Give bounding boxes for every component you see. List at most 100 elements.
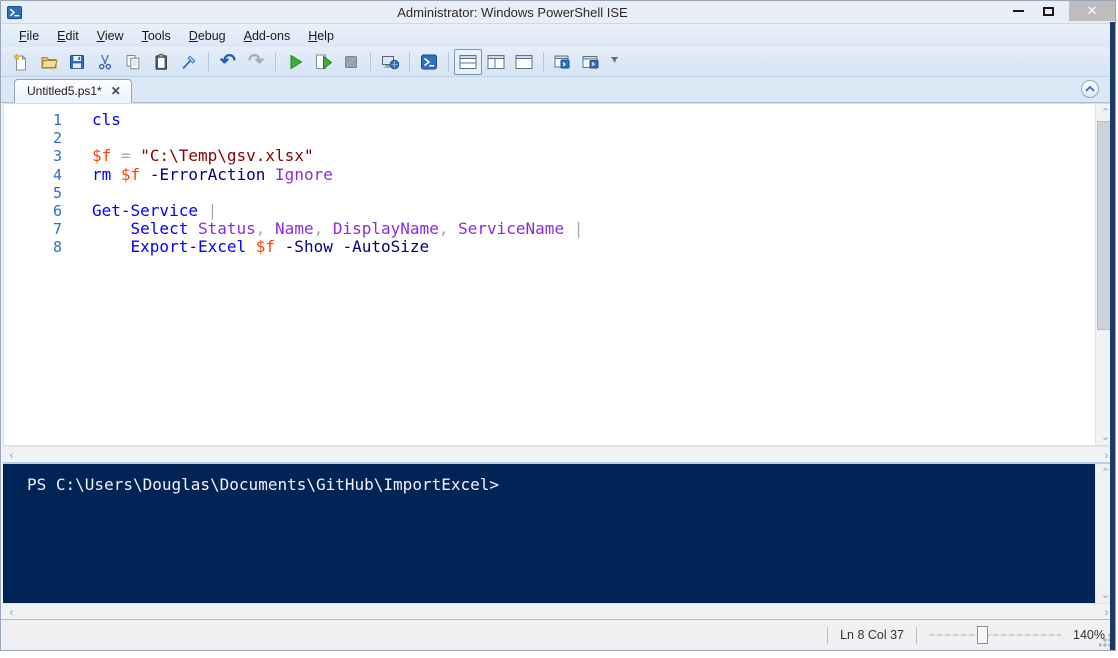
show-command-window-button[interactable]: [549, 49, 577, 75]
run-play-icon: [286, 53, 304, 71]
line-number: 4: [4, 166, 62, 184]
copy-button[interactable]: [119, 49, 147, 75]
statusbar-separator: [916, 627, 917, 644]
console-pane: PS C:\Users\Douglas\Documents\GitHub\Imp…: [3, 462, 1115, 603]
undo-button[interactable]: ↶: [214, 49, 242, 75]
run-selection-icon: [314, 53, 332, 71]
toolbar-overflow-button[interactable]: ▾: [611, 57, 618, 67]
run-script-button[interactable]: [281, 49, 309, 75]
run-selection-button[interactable]: [309, 49, 337, 75]
new-file-icon: [12, 53, 30, 71]
layout-maximized-icon: [514, 53, 534, 71]
menu-view[interactable]: View: [89, 26, 132, 46]
minimize-button[interactable]: [1003, 1, 1033, 21]
code-line[interactable]: 6Get-Service |: [4, 202, 1095, 220]
toolbar: ↶ ↷: [1, 47, 1115, 77]
editor-hscroll-track[interactable]: [20, 447, 1098, 462]
titlebar: Administrator: Windows PowerShell ISE ✕: [1, 1, 1115, 23]
menu-tools[interactable]: Tools: [134, 26, 179, 46]
layout-split-vertical-icon: [486, 53, 506, 71]
new-script-button[interactable]: [7, 49, 35, 75]
code-line[interactable]: 7 Select Status, Name, DisplayName, Serv…: [4, 220, 1095, 238]
undo-icon: ↶: [220, 54, 236, 70]
code-area[interactable]: 1cls23$f = "C:\Temp\gsv.xlsx"4rm $f -Err…: [4, 104, 1095, 445]
menu-addons[interactable]: Add-ons: [236, 26, 299, 46]
tab-untitled5[interactable]: Untitled5.ps1* ✕: [14, 79, 132, 103]
powershell-ise-window: Administrator: Windows PowerShell ISE ✕ …: [0, 0, 1116, 651]
save-floppy-icon: [68, 53, 86, 71]
clear-console-button[interactable]: [175, 49, 203, 75]
zoom-slider-track[interactable]: [929, 634, 1061, 636]
toolbar-separator: [275, 52, 276, 72]
menu-debug[interactable]: Debug: [181, 26, 234, 46]
chevron-up-icon: [1085, 85, 1095, 93]
collapse-script-pane-button[interactable]: [1081, 80, 1099, 98]
new-remote-powershell-tab-button[interactable]: [376, 49, 404, 75]
line-number: 6: [4, 202, 62, 220]
zoom-slider-handle[interactable]: [977, 626, 988, 644]
console-horizontal-scrollbar[interactable]: ‹ ›: [3, 603, 1115, 619]
zoom-slider[interactable]: [929, 626, 1061, 644]
toolbar-separator: [543, 52, 544, 72]
redo-icon: ↷: [248, 54, 264, 70]
scroll-left-icon[interactable]: ‹: [3, 605, 20, 619]
tab-label: Untitled5.ps1*: [27, 84, 102, 98]
toolbar-separator: [409, 52, 410, 72]
paste-clipboard-icon: [152, 53, 170, 71]
toolbar-separator: [448, 52, 449, 72]
window-powershell-icon: [553, 53, 573, 71]
menu-help[interactable]: Help: [300, 26, 342, 46]
console-prompt: PS C:\Users\Douglas\Documents\GitHub\Imp…: [27, 475, 499, 494]
window-title: Administrator: Windows PowerShell ISE: [22, 5, 1003, 20]
copy-icon: [124, 53, 142, 71]
script-editor-pane: 1cls23$f = "C:\Temp\gsv.xlsx"4rm $f -Err…: [3, 103, 1115, 446]
menu-edit[interactable]: Edit: [49, 26, 87, 46]
show-script-pane-right-button[interactable]: [482, 49, 510, 75]
close-button[interactable]: ✕: [1069, 1, 1115, 21]
window-bottom-border: [1, 648, 1115, 650]
editor-horizontal-scrollbar[interactable]: ‹ ›: [3, 446, 1115, 462]
code-line[interactable]: 4rm $f -ErrorAction Ignore: [4, 166, 1095, 184]
console-hscroll-track[interactable]: [20, 604, 1098, 619]
code-line[interactable]: 2: [4, 129, 1095, 147]
line-number: 5: [4, 184, 62, 202]
code-line[interactable]: 5: [4, 184, 1095, 202]
redo-button[interactable]: ↷: [242, 49, 270, 75]
window-console-icon: [581, 53, 601, 71]
line-number: 7: [4, 220, 62, 238]
code-line[interactable]: 8 Export-Excel $f -Show -AutoSize: [4, 238, 1095, 256]
menu-file[interactable]: File: [11, 26, 47, 46]
save-script-button[interactable]: [63, 49, 91, 75]
maximize-button[interactable]: [1033, 1, 1063, 21]
layout-split-horizontal-icon: [458, 53, 478, 71]
menubar: File Edit View Tools Debug Add-ons Help: [1, 23, 1115, 47]
powershell-app-icon: [7, 5, 22, 20]
show-script-pane-maximized-button[interactable]: [510, 49, 538, 75]
code-line[interactable]: 1cls: [4, 111, 1095, 129]
start-powershell-button[interactable]: [415, 49, 443, 75]
cursor-position: Ln 8 Col 37: [840, 628, 904, 642]
scroll-left-icon[interactable]: ‹: [3, 448, 20, 462]
tab-strip: Untitled5.ps1* ✕: [1, 77, 1115, 103]
cut-scissors-icon: [96, 53, 114, 71]
window-right-border: [1110, 22, 1115, 650]
show-script-pane-top-button[interactable]: [454, 49, 482, 75]
show-console-pane-button[interactable]: [577, 49, 605, 75]
console-output[interactable]: PS C:\Users\Douglas\Documents\GitHub\Imp…: [3, 464, 1095, 603]
cut-button[interactable]: [91, 49, 119, 75]
open-folder-icon: [40, 53, 58, 71]
paste-button[interactable]: [147, 49, 175, 75]
tab-close-icon[interactable]: ✕: [111, 84, 121, 98]
stop-square-icon: [342, 53, 360, 71]
powershell-icon: [420, 53, 438, 71]
toolbar-separator: [208, 52, 209, 72]
line-number: 8: [4, 238, 62, 256]
open-script-button[interactable]: [35, 49, 63, 75]
line-number: 1: [4, 111, 62, 129]
code-line[interactable]: 3$f = "C:\Temp\gsv.xlsx": [4, 147, 1095, 165]
clear-console-icon: [180, 53, 198, 71]
remote-computer-icon: [381, 53, 400, 71]
line-number: 2: [4, 129, 62, 147]
status-bar: Ln 8 Col 37 140%: [1, 619, 1115, 650]
stop-operation-button[interactable]: [337, 49, 365, 75]
